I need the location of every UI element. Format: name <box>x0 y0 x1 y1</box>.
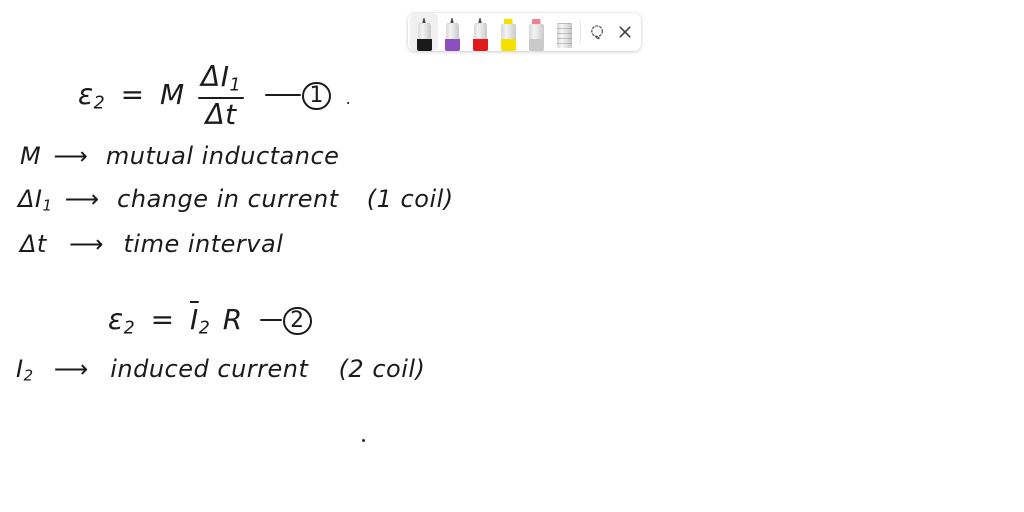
close-button[interactable] <box>611 13 639 51</box>
definition-delta-I-text: change in current <box>117 185 339 213</box>
equation-1-numerator-sub: 1 <box>229 75 242 96</box>
annotation-toolbar[interactable] <box>408 13 641 51</box>
stray-ink-mark <box>362 439 365 442</box>
equation-1-numerator: ΔI <box>201 60 230 93</box>
equation-1-tag: 1 <box>302 81 331 111</box>
equation-1-lhs-sub: 2 <box>93 93 106 114</box>
definition-M-text: mutual inductance <box>105 142 340 170</box>
eraser-icon <box>556 23 572 48</box>
definition-delta-I-symbol-sub: 1 <box>42 196 53 215</box>
equation-1-fraction: ΔI1 Δt <box>198 60 245 132</box>
equation-2-lhs-sub: 2 <box>123 318 136 339</box>
toolbar-divider <box>580 20 581 44</box>
definition-M-arrow: ⟶ <box>53 142 88 170</box>
equation-1-lead-dash <box>265 94 302 97</box>
definition-line-delta-t: Δt ⟶ time interval <box>20 230 283 260</box>
definition-I2-text: induced current <box>110 355 309 383</box>
definition-I2-note: (2 coil) <box>338 355 426 383</box>
definition-delta-I-note: (1 coil) <box>366 185 454 213</box>
equation-2-rhs-tail: R <box>222 303 243 336</box>
tool-pen-red[interactable] <box>466 13 494 51</box>
close-icon <box>619 26 631 38</box>
highlighter-pink-icon <box>528 17 545 51</box>
tool-eraser[interactable] <box>550 13 578 51</box>
highlighter-yellow-icon <box>500 17 517 51</box>
equation-2-lhs: ε <box>108 303 124 336</box>
tool-pen-black[interactable] <box>410 13 438 51</box>
equation-2-lead-dash <box>260 319 283 322</box>
equation-1-lhs: ε <box>78 78 94 112</box>
equation-1-numerator-wrap: ΔI1 <box>198 60 244 96</box>
equation-2-equals: = <box>150 303 175 336</box>
definition-I2-symbol: I <box>16 355 24 383</box>
definition-I2-symbol-sub: 2 <box>23 366 34 385</box>
definition-I2-arrow: ⟶ <box>53 355 89 383</box>
equation-1: ε2 = M ΔI1 Δt 1 . <box>78 60 352 132</box>
equation-2-rhs-sub: 2 <box>198 318 211 339</box>
equation-1-trailing-dot: . <box>346 89 352 109</box>
definition-line-I2: I2 ⟶ induced current (2 coil) <box>16 355 425 385</box>
equation-1-denominator: Δt <box>205 98 237 132</box>
equation-1-coefficient: M <box>159 78 185 112</box>
equation-2: ε2 = I2 R 2 <box>108 303 312 338</box>
pen-black-icon <box>416 17 433 51</box>
tool-highlighter-yellow[interactable] <box>494 13 522 51</box>
equation-2-tag: 2 <box>283 306 312 336</box>
equation-2-rhs: I <box>189 303 199 336</box>
lasso-select-button[interactable] <box>583 13 611 51</box>
definition-delta-t-symbol: Δt <box>20 230 47 258</box>
pen-purple-icon <box>444 17 461 51</box>
definition-delta-t-text: time interval <box>123 230 284 258</box>
lasso-select-icon <box>590 24 603 39</box>
definition-delta-I-symbol: ΔI <box>18 185 43 213</box>
tool-highlighter-pink[interactable] <box>522 13 550 51</box>
pen-red-icon <box>472 17 489 51</box>
definition-delta-t-arrow: ⟶ <box>68 230 104 258</box>
definition-delta-I-arrow: ⟶ <box>64 185 100 213</box>
definition-line-delta-I: ΔI1 ⟶ change in current (1 coil) <box>18 185 454 215</box>
definition-line-M: M ⟶ mutual inductance <box>20 142 339 172</box>
tool-pen-purple[interactable] <box>438 13 466 51</box>
equation-1-equals: = <box>120 78 145 112</box>
note-canvas[interactable]: ε2 = M ΔI1 Δt 1 . M ⟶ mutual inductance … <box>0 0 1024 512</box>
definition-M-symbol: M <box>20 142 42 170</box>
